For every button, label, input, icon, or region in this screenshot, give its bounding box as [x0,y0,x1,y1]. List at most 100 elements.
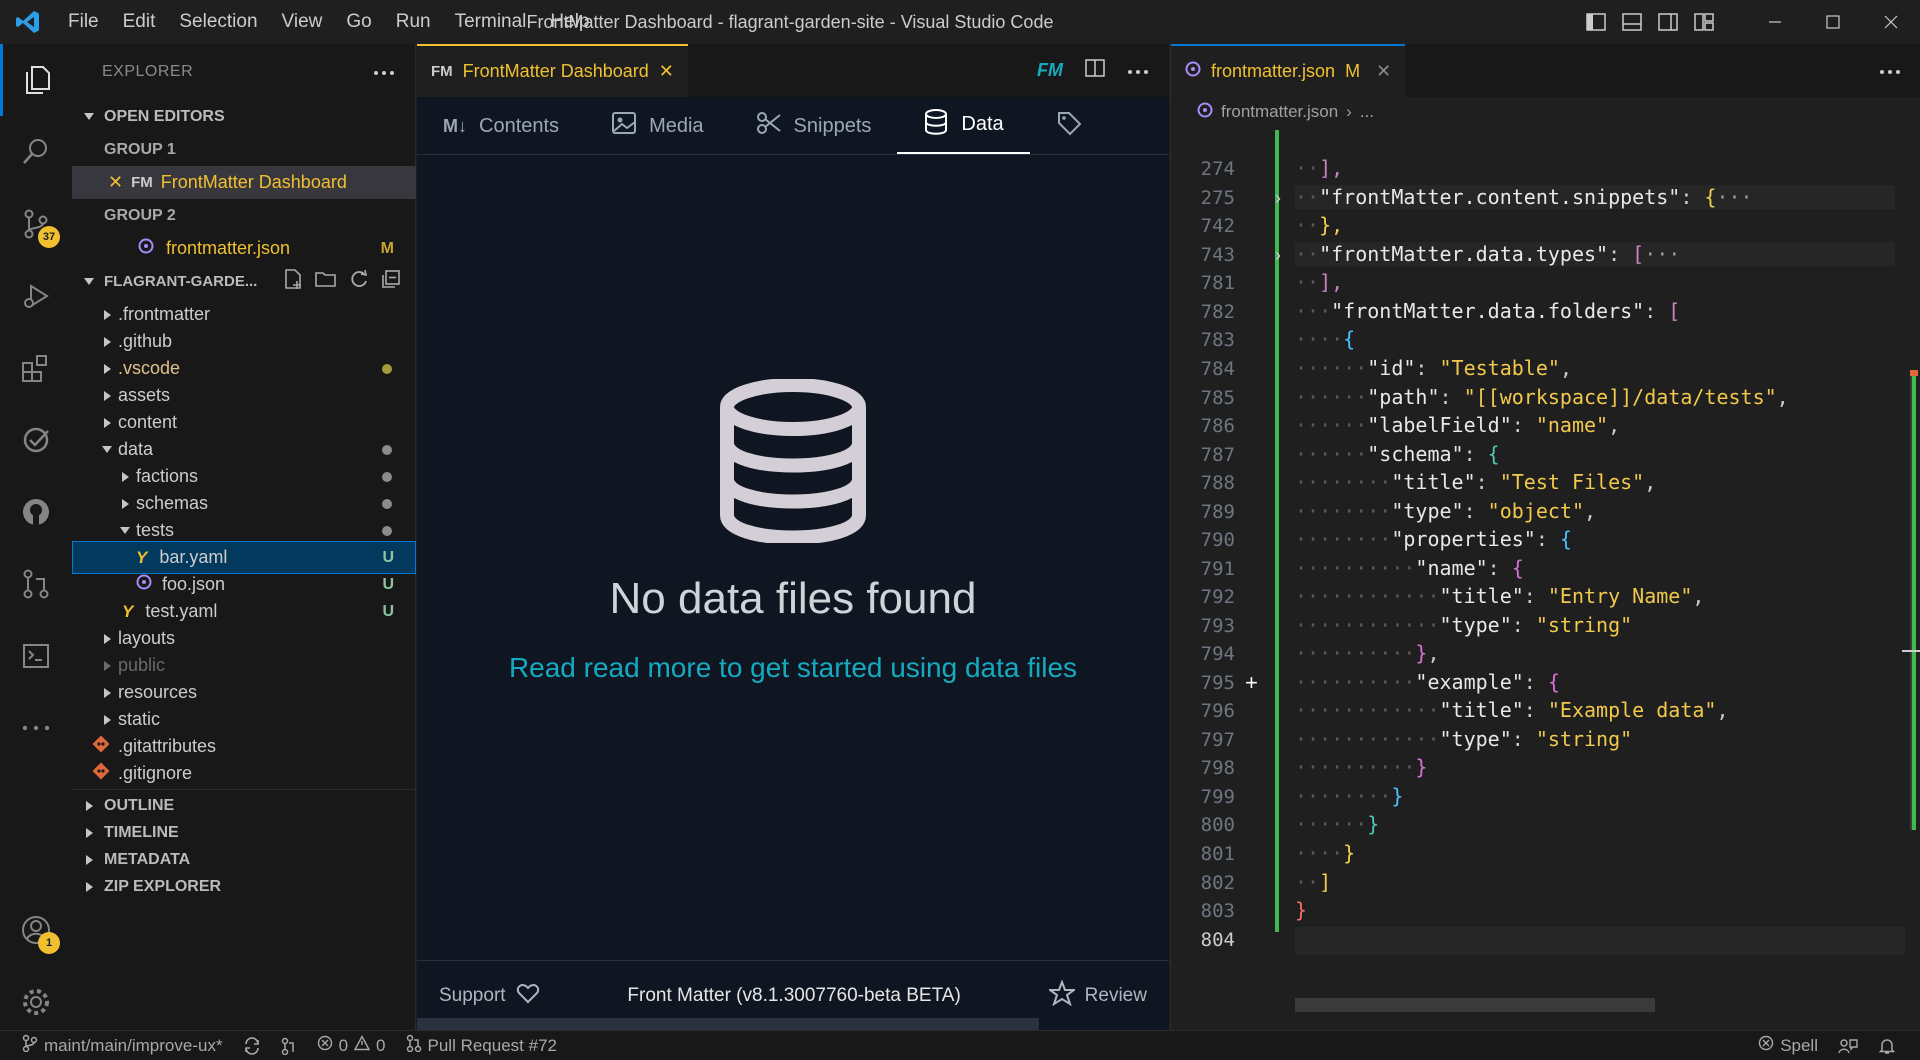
close-tab-icon[interactable]: ✕ [659,61,674,82]
dashboard-nav: M↓ Contents Media Snippets Data [417,97,1169,155]
untracked-dot [382,471,392,482]
source-control-icon[interactable]: 37 [0,188,72,260]
tab-frontmatter-dashboard[interactable]: FM FrontMatter Dashboard ✕ [417,44,688,97]
front-matter-logo-icon[interactable]: FM [1037,60,1063,81]
accounts-badge: 1 [38,932,60,954]
menu-run[interactable]: Run [384,11,443,33]
github-icon[interactable] [0,476,72,548]
split-editor-icon[interactable] [1085,59,1105,82]
branch-status[interactable]: maint/main/improve-ux* [0,1034,233,1057]
customize-layout-icon[interactable] [1686,0,1722,44]
collapse-all-icon[interactable] [380,268,402,295]
close-tab-icon[interactable]: ✕ [1376,61,1391,82]
breadcrumb-more[interactable]: ... [1360,102,1374,122]
more-views-icon[interactable] [0,692,72,764]
menu-view[interactable]: View [270,11,335,33]
pull-request-status[interactable]: Pull Request #72 [396,1034,567,1057]
git-file-icon [92,735,110,758]
menu-file[interactable]: File [56,11,111,33]
title-controls [1578,0,1920,44]
nav-data[interactable]: Data [897,97,1030,154]
sync-icon[interactable] [233,1036,271,1055]
spell-status[interactable]: Spell [1748,1035,1828,1056]
title-bar: File Edit Selection View Go Run Terminal… [0,0,1920,44]
fold-expand-icon[interactable]: › [1275,188,1281,209]
menu-go[interactable]: Go [334,11,383,33]
chevron-right-icon [82,853,96,867]
pull-requests-icon[interactable] [0,548,72,620]
frontmatter-file-icon: FM [431,63,453,80]
extensions-icon[interactable] [0,332,72,404]
search-icon[interactable] [0,116,72,188]
menu-selection[interactable]: Selection [167,11,269,33]
get-started-link[interactable]: Read read more to get started using data… [509,652,1077,684]
menu-bar: File Edit Selection View Go Run Terminal… [56,0,602,44]
accounts-icon[interactable]: 1 [0,894,72,966]
manage-gear-icon[interactable] [0,966,72,1038]
star-icon [1046,978,1077,1012]
modified-dot [382,363,392,374]
open-editors-section[interactable]: OPEN EDITORS [72,100,416,133]
open-editor-dashboard[interactable]: ✕ FM FrontMatter Dashboard [72,166,416,199]
json-file-icon [1197,102,1213,123]
version-label: Front Matter (v8.1.3007760-beta BETA) [627,984,961,1006]
horizontal-scrollbar[interactable] [417,1018,1039,1030]
refresh-icon[interactable] [348,268,370,295]
problems-status[interactable]: 0 0 [307,1035,396,1056]
untracked-dot [382,444,392,455]
explorer-icon[interactable] [0,44,72,116]
json-file-icon [136,574,152,595]
front-matter-icon[interactable] [0,620,72,692]
run-debug-icon[interactable] [0,260,72,332]
menu-help[interactable]: Help [538,11,601,33]
open-editor-frontmatter-json[interactable]: frontmatter.json M [72,232,416,265]
breadcrumb: frontmatter.json › ... [1171,97,1920,127]
zip-explorer-section[interactable]: ZIP EXPLORER [72,870,416,903]
horizontal-scrollbar[interactable] [1295,998,1655,1012]
editor-more-icon[interactable] [1127,62,1149,80]
menu-edit[interactable]: Edit [111,11,168,33]
image-icon [611,111,637,141]
cursor-crosshair-icon: + [1245,670,1258,695]
group-2-label: GROUP 2 [104,206,176,224]
pull-request-icon [406,1034,422,1057]
new-file-icon[interactable] [282,268,304,295]
toggle-sidebar-icon[interactable] [1578,0,1614,44]
tree-item-gitignore[interactable]: .gitignore [72,757,416,790]
maximize-icon[interactable] [1804,0,1862,44]
heart-icon [516,982,540,1010]
git-file-icon [92,762,110,785]
fold-expand-icon[interactable]: › [1275,245,1281,266]
editor-more-icon[interactable] [1879,62,1901,80]
activity-bar: 37 1 [0,44,72,1030]
menu-terminal[interactable]: Terminal [443,11,539,33]
pr-branch-icon[interactable] [271,1037,307,1055]
testing-icon[interactable] [0,404,72,476]
toggle-panel-icon[interactable] [1614,0,1650,44]
close-window-icon[interactable] [1862,0,1920,44]
support-link[interactable]: Support [439,982,540,1010]
project-section[interactable]: FLAGRANT-GARDE... [72,265,416,298]
minimize-icon[interactable] [1746,0,1804,44]
tab-frontmatter-json[interactable]: frontmatter.json M ✕ [1171,44,1406,97]
chevron-right-icon: › [1346,102,1352,121]
overview-ruler[interactable] [1902,130,1920,990]
explorer-header: EXPLORER [72,44,415,100]
close-editor-icon[interactable]: ✕ [108,172,123,193]
chevron-down-icon [82,275,96,289]
explorer-title: EXPLORER [102,63,194,80]
feedback-icon[interactable] [1828,1037,1868,1055]
tag-icon [1056,110,1082,142]
breadcrumb-file[interactable]: frontmatter.json [1221,102,1338,122]
new-folder-icon[interactable] [314,268,338,295]
nav-media[interactable]: Media [585,97,729,154]
status-bar: maint/main/improve-ux* 0 0 Pull Request … [0,1030,1920,1060]
review-link[interactable]: Review [1046,978,1147,1012]
nav-snippets[interactable]: Snippets [730,97,898,154]
toggle-secondary-sidebar-icon[interactable] [1650,0,1686,44]
explorer-more-icon[interactable] [373,63,395,81]
nav-tags[interactable] [1030,97,1108,154]
nav-contents[interactable]: M↓ Contents [417,97,585,154]
markdown-icon: M↓ [443,115,467,136]
notifications-bell-icon[interactable] [1868,1037,1920,1055]
